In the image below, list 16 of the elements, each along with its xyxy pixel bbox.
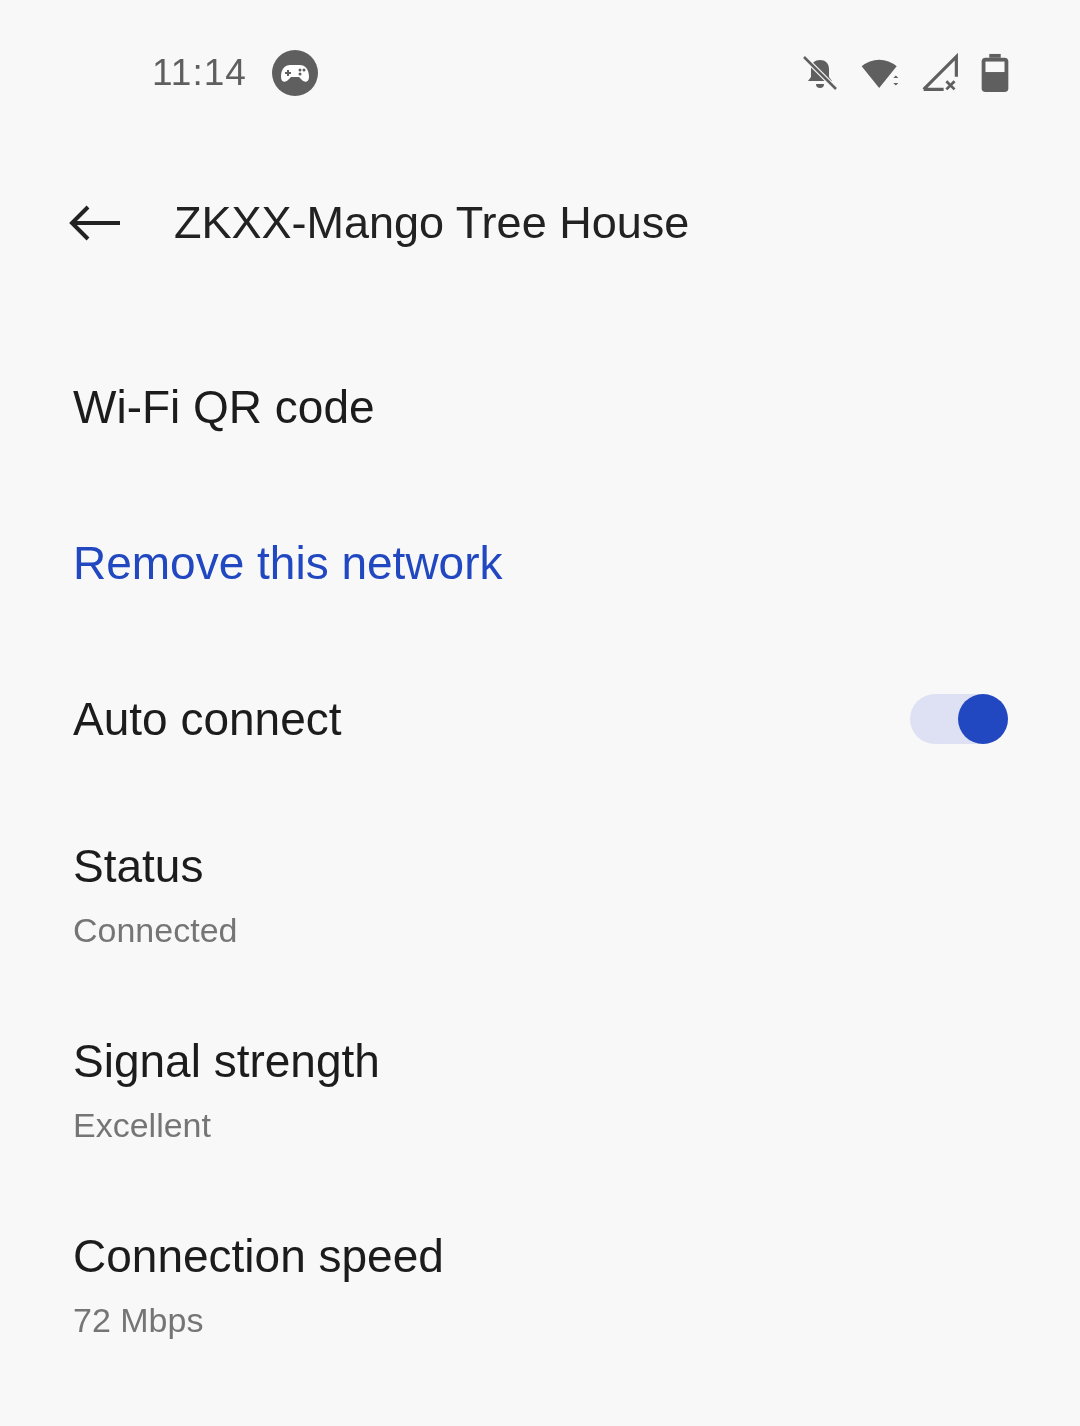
battery-icon [980, 52, 1010, 93]
remove-network-link[interactable]: Remove this network [73, 536, 503, 590]
detail-value: 72 Mbps [73, 1301, 204, 1340]
status-time: 11:14 [152, 51, 247, 94]
detail-value: Excellent [73, 1106, 211, 1145]
detail-label: Status [73, 839, 204, 893]
toggle-switch[interactable] [910, 694, 1008, 744]
detail-label: Connection speed [73, 1229, 444, 1283]
menu-item[interactable]: Wi-Fi QR code [73, 380, 375, 434]
detail-label: Signal strength [73, 1034, 380, 1088]
gamepad-icon [270, 48, 319, 97]
no-signal-icon [920, 52, 960, 93]
back-arrow-icon[interactable] [68, 203, 122, 243]
page-title: ZKXX-Mango Tree House [174, 197, 690, 249]
setting-label: Auto connect [73, 692, 343, 746]
detail-value: Connected [73, 911, 238, 950]
